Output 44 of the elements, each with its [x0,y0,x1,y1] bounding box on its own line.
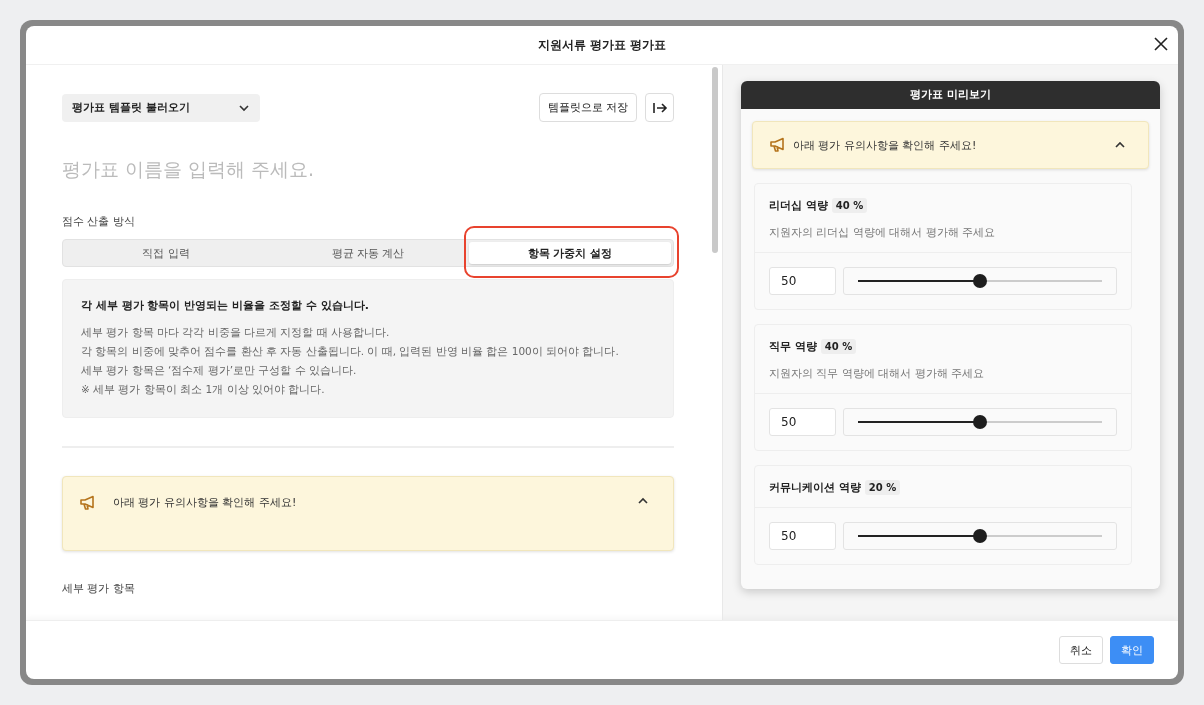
item-description: 지원자의 리더십 역량에 대해서 평가해 주세요 [769,225,997,240]
weight-badge: 20 % [864,480,901,495]
info-text: 세부 평가 항목 마다 각각 비중을 다르게 지정할 때 사용합니다. [81,325,391,340]
info-text: ※ 세부 평가 항목이 최소 1개 이상 있어야 합니다. [81,382,326,397]
weight-badge: 40 % [820,339,857,354]
preview-header: 평가표 미리보기 [741,81,1160,109]
info-text: 세부 평가 항목은 ‘점수제 평가’로만 구성할 수 있습니다. [81,363,358,378]
score-input-field[interactable]: 50 [769,267,836,295]
score-slider[interactable] [843,408,1117,436]
section-label: 세부 평가 항목 [62,581,136,596]
chevron-up-icon [1114,141,1126,149]
score-input-field[interactable]: 50 [769,522,836,550]
cancel-button[interactable]: 취소 [1059,636,1103,664]
item-title: 리더십 역량 [769,198,828,213]
window-title: 지원서류 평가표 평가표 [537,36,667,54]
score-input-field[interactable]: 50 [769,408,836,436]
score-slider[interactable] [843,522,1117,550]
slider-thumb[interactable] [973,274,987,288]
export-button[interactable] [645,93,674,122]
close-button[interactable] [1154,37,1168,51]
item-title: 커뮤니케이션 역량 [769,480,861,495]
template-dropdown[interactable]: 평가표 템플릿 불러오기 [62,93,260,122]
megaphone-icon [769,137,787,153]
weight-badge: 40 % [831,198,868,213]
section-label: 점수 산출 방식 [62,214,136,229]
notice-text: 아래 평가 유의사항을 확인해 주세요! [113,495,298,510]
info-heading: 각 세부 평가 항목이 반영되는 비율을 조정할 수 있습니다. [81,298,370,313]
chevron-down-icon [238,103,250,112]
method-tab[interactable]: 직접 입력 [65,242,267,264]
score-slider[interactable] [843,267,1117,295]
method-tab[interactable]: 항목 가중치 설정 [469,242,671,264]
megaphone-icon [79,495,97,511]
scrollbar[interactable] [712,67,718,253]
save-template-button[interactable]: 템플릿으로 저장 [538,93,637,122]
info-text: 각 항목의 비중에 맞추어 점수를 환산 후 자동 산출됩니다. 이 때, 입력된 반영 비율 합은 100이 되어야 합니다. [81,344,620,359]
close-icon [1154,37,1168,51]
notice-text: 아래 평가 유의사항을 확인해 주세요! [793,137,978,153]
slider-thumb[interactable] [973,529,987,543]
slider-thumb[interactable] [973,415,987,429]
method-tab[interactable]: 평균 자동 계산 [267,242,469,264]
chevron-up-icon [637,497,649,505]
arrow-to-right-icon [651,100,668,115]
item-title: 직무 역량 [769,339,817,354]
item-description: 지원자의 직무 역량에 대해서 평가해 주세요 [769,366,986,381]
